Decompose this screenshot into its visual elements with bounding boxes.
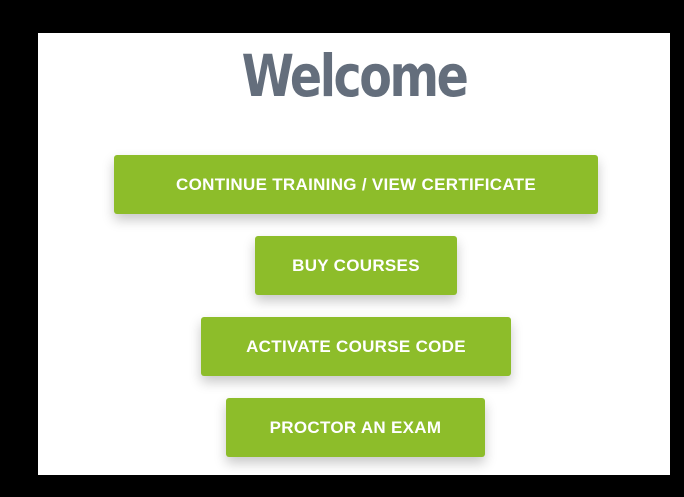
page-title: Welcome (241, 42, 469, 110)
activate-course-code-button[interactable]: ACTIVATE COURSE CODE (201, 317, 511, 376)
proctor-exam-button[interactable]: PROCTOR AN EXAM (226, 398, 485, 457)
continue-training-button[interactable]: CONTINUE TRAINING / VIEW CERTIFICATE (114, 155, 598, 214)
proctor-exam-label: PROCTOR AN EXAM (269, 417, 442, 437)
buy-courses-button[interactable]: BUY COURSES (255, 236, 457, 295)
activate-course-code-label: ACTIVATE COURSE CODE (246, 336, 466, 356)
welcome-panel: Welcome CONTINUE TRAINING / VIEW CERTIFI… (38, 33, 670, 475)
continue-training-label: CONTINUE TRAINING / VIEW CERTIFICATE (176, 174, 536, 194)
buy-courses-label: BUY COURSES (292, 255, 420, 275)
